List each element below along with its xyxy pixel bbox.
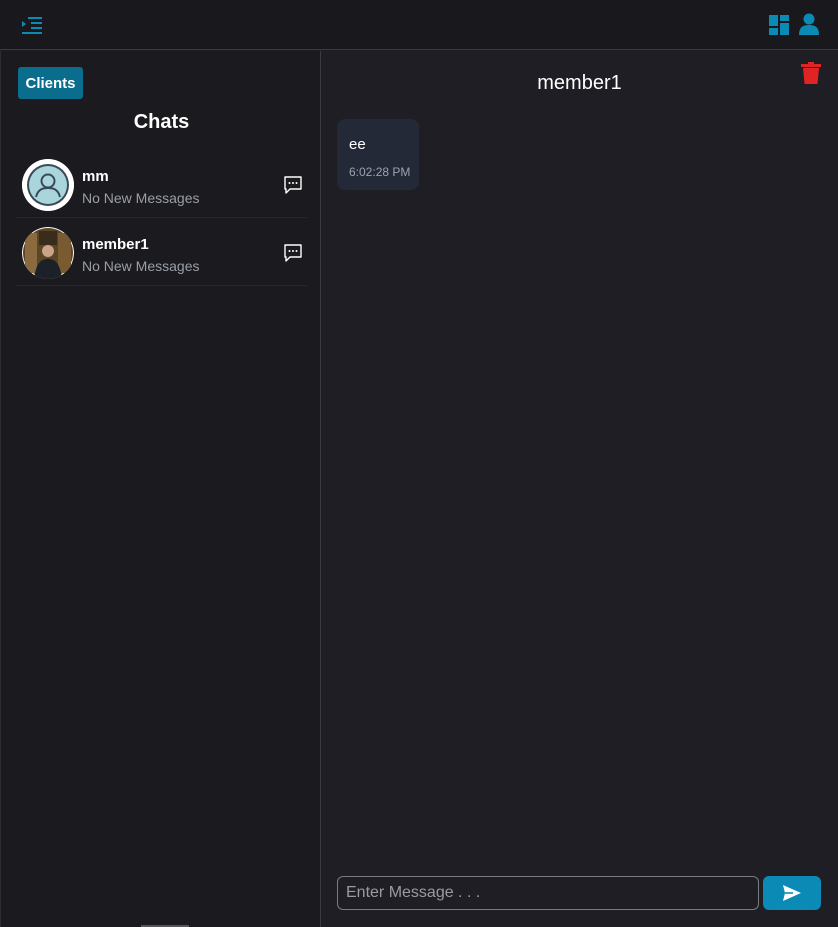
chat-sidebar: Clients Chats mm No New Messages member1… xyxy=(0,51,321,927)
trash-icon[interactable] xyxy=(801,62,821,84)
conversation-title: member1 xyxy=(537,72,622,94)
message-text: ee xyxy=(349,136,366,153)
dashboard-icon[interactable] xyxy=(769,15,789,35)
message-input[interactable] xyxy=(337,876,759,910)
user-photo xyxy=(22,227,74,279)
message-icon[interactable] xyxy=(283,176,303,194)
default-avatar-icon xyxy=(22,159,74,211)
chat-status: No New Messages xyxy=(82,258,200,274)
message-bubble: ee 6:02:28 PM xyxy=(337,119,419,190)
conversation-panel: member1 ee 6:02:28 PM xyxy=(321,51,838,927)
chat-item-member1[interactable]: member1 No New Messages xyxy=(15,220,307,286)
user-icon[interactable] xyxy=(798,13,820,35)
chat-name: mm xyxy=(82,168,109,185)
message-icon[interactable] xyxy=(283,244,303,262)
clients-button[interactable]: Clients xyxy=(18,67,83,99)
chat-name: member1 xyxy=(82,236,149,253)
sidebar-toggle-icon[interactable] xyxy=(20,13,44,37)
chat-item-mm[interactable]: mm No New Messages xyxy=(15,152,307,218)
top-navbar xyxy=(0,0,838,50)
chats-heading: Chats xyxy=(133,111,190,133)
message-time: 6:02:28 PM xyxy=(349,165,411,179)
send-icon xyxy=(783,885,801,901)
chat-status: No New Messages xyxy=(82,190,200,206)
send-button[interactable] xyxy=(763,876,821,910)
